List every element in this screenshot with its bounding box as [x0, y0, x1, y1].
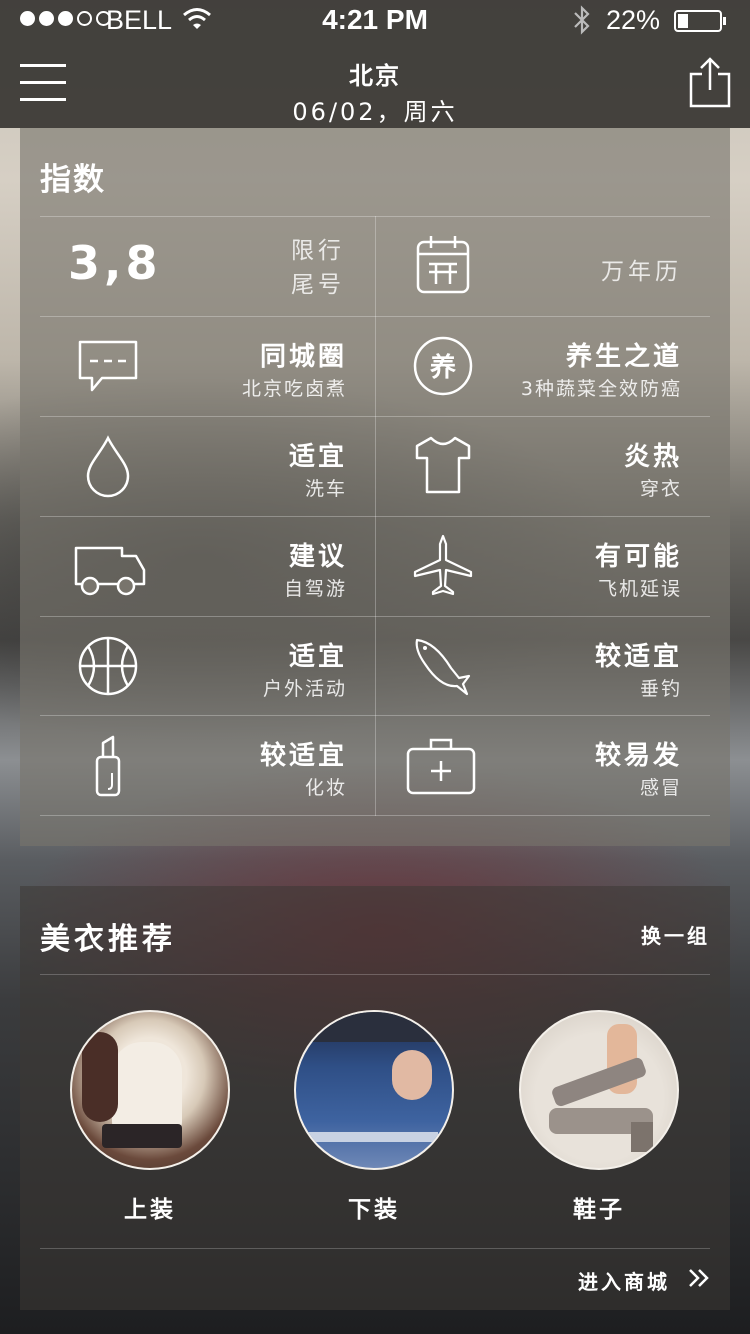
calendar-item[interactable]: 万年历 [375, 216, 710, 316]
index-item-cold[interactable]: 较易发 感冒 [375, 715, 710, 815]
index-item-makeup[interactable]: 较适宜 化妆 [40, 715, 375, 815]
index-item-outdoor[interactable]: 适宜 户外活动 [40, 616, 375, 716]
product-tops[interactable]: 上装 [70, 1010, 230, 1224]
battery-icon [674, 10, 726, 32]
lipstick-icon [76, 733, 140, 797]
product-image-tops[interactable] [70, 1010, 230, 1170]
truck-icon [74, 534, 146, 598]
index-card: 指数 3,8 限行 尾号 万年历 同城圈 北京吃卤煮 养 养生之道 3种蔬菜全效… [20, 128, 730, 846]
yangsheng-badge-icon: 养 [411, 334, 475, 398]
index-item-tongchengquan[interactable]: 同城圈 北京吃卤煮 [40, 316, 375, 416]
airplane-icon [411, 534, 475, 598]
water-drop-icon [76, 434, 140, 498]
fashion-card: 美衣推荐 换一组 上装 下装 鞋子 进入商城 [20, 886, 730, 1310]
basketball-icon [76, 634, 140, 698]
header-date: 06/02，周六 [292, 98, 458, 126]
top-bar: BELL 4:21 PM 22% 北京 06/02，周六 [0, 0, 750, 128]
product-bottoms[interactable]: 下装 [294, 1010, 454, 1224]
fashion-section-title: 美衣推荐 [40, 922, 176, 957]
battery-percent: 22% [606, 5, 661, 35]
product-shoes[interactable]: 鞋子 [519, 1010, 679, 1224]
bluetooth-icon [572, 4, 592, 43]
share-icon[interactable] [688, 56, 732, 110]
chat-bubble-icon [76, 334, 140, 398]
status-bar: BELL 4:21 PM 22% [0, 0, 750, 40]
index-item-yangsheng[interactable]: 养 养生之道 3种蔬菜全效防癌 [375, 316, 710, 416]
tshirt-icon [411, 434, 475, 498]
index-section-title: 指数 [40, 162, 106, 198]
calendar-label: 万年历 [601, 259, 682, 285]
plate-numbers: 3,8 [68, 236, 162, 290]
product-image-shoes[interactable] [519, 1010, 679, 1170]
enter-store-link[interactable]: 进入商城 [578, 1266, 710, 1295]
license-plate-restriction[interactable]: 3,8 限行 尾号 [40, 216, 375, 316]
double-chevron-right-icon [688, 1268, 710, 1293]
medical-kit-icon [405, 733, 477, 797]
fish-icon [411, 634, 475, 698]
index-item-fishing[interactable]: 较适宜 垂钓 [375, 616, 710, 716]
product-image-bottoms[interactable] [294, 1010, 454, 1170]
index-item-dressing[interactable]: 炎热 穿衣 [375, 416, 710, 516]
svg-text:养: 养 [429, 352, 456, 383]
calendar-icon [411, 234, 475, 298]
index-item-road-trip[interactable]: 建议 自驾游 [40, 516, 375, 616]
plate-label: 限行 尾号 [291, 238, 345, 298]
city-name[interactable]: 北京 [0, 56, 750, 91]
index-item-car-wash[interactable]: 适宜 洗车 [40, 416, 375, 516]
index-item-flight-delay[interactable]: 有可能 飞机延误 [375, 516, 710, 616]
switch-group-button[interactable]: 换一组 [641, 920, 710, 949]
